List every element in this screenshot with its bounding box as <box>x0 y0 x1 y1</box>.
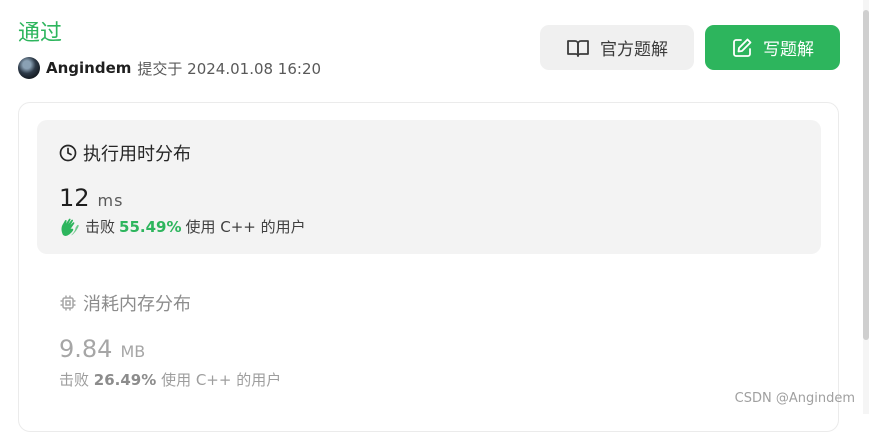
clap-icon <box>59 217 81 237</box>
chip-icon <box>59 294 77 312</box>
memory-beats-prefix: 击败 <box>59 371 90 389</box>
runtime-value: 12 <box>59 184 90 212</box>
write-solution-button[interactable]: 写题解 <box>705 25 840 70</box>
submitted-time: 提交于 2024.01.08 16:20 <box>137 59 322 78</box>
memory-title-text: 消耗内存分布 <box>83 294 191 315</box>
beats-suffix: 使用 C++ 的用户 <box>185 218 306 236</box>
runtime-title-text: 执行用时分布 <box>83 144 191 165</box>
scrollbar[interactable] <box>863 0 869 414</box>
clock-icon <box>59 144 77 162</box>
runtime-beats-percentage: 55.49% <box>119 217 182 236</box>
official-solution-button[interactable]: 官方题解 <box>540 25 694 70</box>
memory-beats-percentage: 26.49% <box>93 371 157 389</box>
submission-info: Angindem 提交于 2024.01.08 16:20 <box>18 57 321 79</box>
memory-value: 9.84 <box>59 335 113 363</box>
runtime-panel[interactable]: 执行用时分布 12 ms 击败 55.49% 使用 C++ 的用户 <box>37 120 821 254</box>
write-solution-label: 写题解 <box>763 40 814 60</box>
avatar[interactable] <box>18 57 40 79</box>
memory-metric: 9.84 MB <box>59 335 145 363</box>
watermark: CSDN @Angindem <box>734 391 855 406</box>
runtime-title: 执行用时分布 <box>59 140 191 166</box>
runtime-metric: 12 ms <box>59 184 123 212</box>
book-icon <box>566 38 590 58</box>
username[interactable]: Angindem <box>46 59 131 77</box>
status-title: 通过 <box>18 21 63 46</box>
scrollbar-thumb[interactable] <box>863 10 869 340</box>
edit-icon <box>731 37 753 59</box>
memory-unit: MB <box>120 342 146 361</box>
runtime-beats: 击败 55.49% 使用 C++ 的用户 <box>59 216 306 237</box>
memory-panel[interactable]: 消耗内存分布 9.84 MB 击败 26.49% 使用 C++ 的用户 <box>59 290 281 389</box>
memory-beats-suffix: 使用 C++ 的用户 <box>161 371 282 389</box>
official-solution-label: 官方题解 <box>600 40 668 60</box>
runtime-unit: ms <box>97 191 124 210</box>
memory-title: 消耗内存分布 <box>59 290 191 316</box>
beats-prefix: 击败 <box>85 218 116 236</box>
memory-beats: 击败 26.49% 使用 C++ 的用户 <box>59 369 281 390</box>
